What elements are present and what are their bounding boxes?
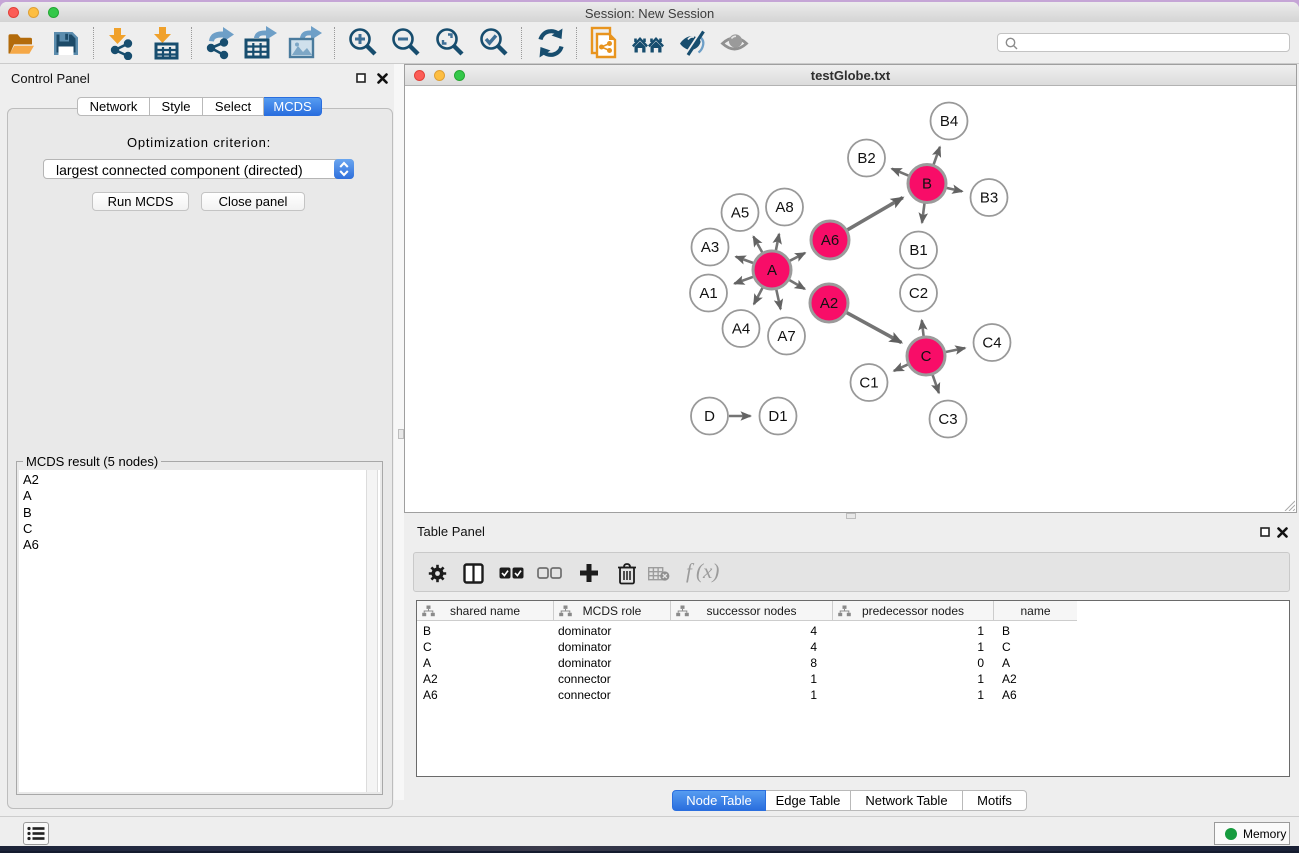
- svg-text:A7: A7: [777, 328, 795, 345]
- svg-text:A4: A4: [732, 321, 750, 338]
- svg-text:B3: B3: [980, 190, 998, 207]
- svg-text:A6: A6: [821, 232, 839, 249]
- svg-text:A5: A5: [731, 205, 749, 222]
- svg-text:B2: B2: [857, 150, 875, 167]
- svg-text:A: A: [767, 262, 777, 279]
- svg-text:C3: C3: [938, 411, 957, 428]
- svg-text:B4: B4: [940, 113, 958, 130]
- svg-text:A8: A8: [775, 199, 793, 216]
- svg-text:C: C: [921, 348, 932, 365]
- svg-text:C4: C4: [982, 335, 1001, 352]
- svg-text:D: D: [704, 408, 715, 425]
- svg-text:B: B: [922, 176, 932, 193]
- svg-text:A2: A2: [820, 295, 838, 312]
- svg-text:D1: D1: [768, 408, 787, 425]
- svg-text:B1: B1: [909, 242, 927, 259]
- svg-text:A3: A3: [701, 239, 719, 256]
- svg-text:C2: C2: [909, 285, 928, 302]
- svg-text:A1: A1: [699, 285, 717, 302]
- svg-text:C1: C1: [859, 375, 878, 392]
